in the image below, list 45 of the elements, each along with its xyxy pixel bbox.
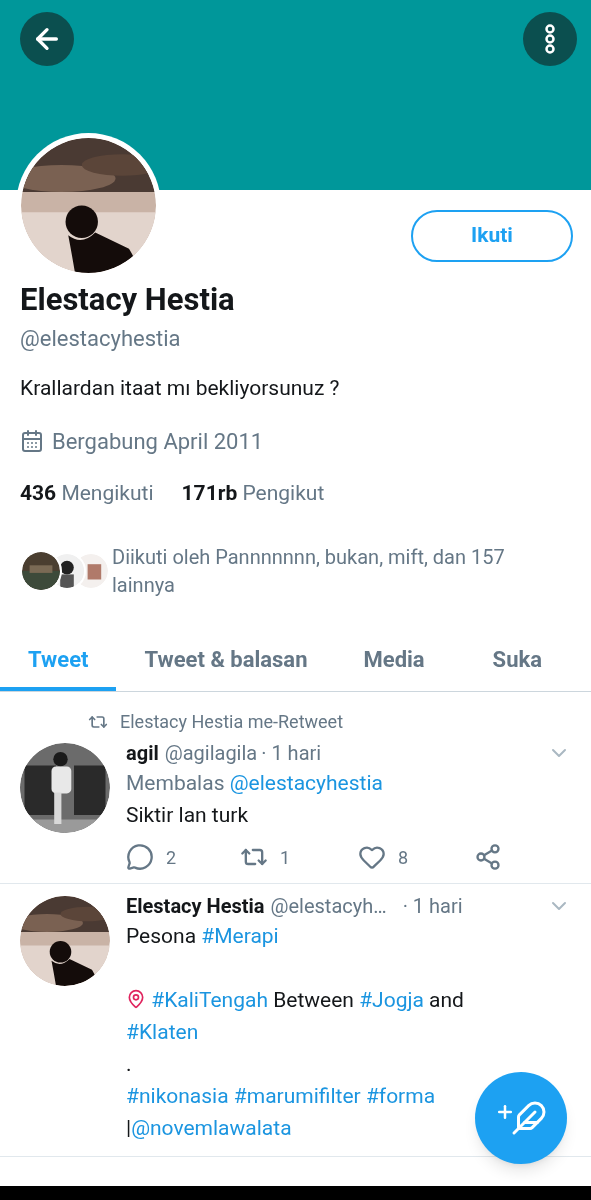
hashtag-link[interactable]: @novemlawalata [131, 1116, 292, 1140]
tweet-text: . [126, 1052, 132, 1076]
compose-icon [495, 1100, 547, 1136]
hashtag-link[interactable]: #nikonasia #marumifilter #forma [126, 1084, 436, 1108]
retweet-label: Elestacy Hestia me-Retweet [120, 710, 344, 734]
profile-tab[interactable]: Media [335, 631, 453, 691]
profile-tab[interactable]: Tweet & balasan [116, 631, 336, 691]
follow-button[interactable]: Ikuti [411, 210, 573, 262]
profile-tab[interactable]: Suka [452, 631, 570, 691]
author-name: agil [126, 740, 159, 767]
tweet-time: · 1 hari [402, 893, 463, 920]
reply-count: 2 [166, 845, 177, 870]
profile-bio: Krallardan itaat mı bekliyorsunuz ? [20, 375, 341, 402]
author-name: Elestacy Hestia [126, 893, 265, 920]
tweet-text: Between [272, 988, 355, 1012]
more-icon [545, 24, 555, 54]
author-handle: @elestacyh… [270, 893, 387, 920]
profile-name: Elestacy Hestia [20, 280, 236, 320]
reply-label: Membalas [126, 771, 226, 795]
back-button[interactable] [20, 12, 74, 66]
tweet-time: · 1 hari [261, 740, 322, 767]
followed-by-text: Diikuti oleh Pannnnnnn, bukan, mift, dan 157 lainnya [112, 544, 506, 599]
more-button[interactable] [523, 12, 577, 66]
follow-stat[interactable]: 436 Mengikuti [20, 477, 154, 509]
like-icon[interactable] [358, 843, 386, 871]
tweet-text: Pesona [126, 924, 198, 948]
retweet-count: 1 [280, 845, 291, 870]
author-handle: @agilagila [164, 740, 258, 767]
tweet-text: | [126, 1116, 132, 1140]
tweet-text: Siktir lan turk [126, 803, 249, 827]
reply-icon[interactable] [126, 843, 154, 871]
hashtag-link[interactable]: #Merapi [201, 924, 279, 948]
share-icon[interactable] [474, 843, 502, 871]
join-date: Bergabung April 2011 [52, 427, 264, 456]
profile-handle: @elestacyhestia [20, 325, 182, 353]
follow-stat[interactable]: 171rb Pengikut [181, 477, 325, 509]
like-count: 8 [398, 845, 409, 870]
pin-icon [126, 989, 146, 1009]
profile-tab[interactable]: Tweet [0, 631, 117, 691]
hashtag-link[interactable]: #Jogja [359, 988, 424, 1012]
hashtag-link[interactable]: #KaliTengah [146, 988, 268, 1012]
tweet-text: and [428, 988, 464, 1012]
calendar-icon [20, 429, 44, 453]
mention-link[interactable]: @elestacyhestia [229, 771, 383, 795]
hashtag-link[interactable]: #Klaten [126, 1020, 199, 1044]
